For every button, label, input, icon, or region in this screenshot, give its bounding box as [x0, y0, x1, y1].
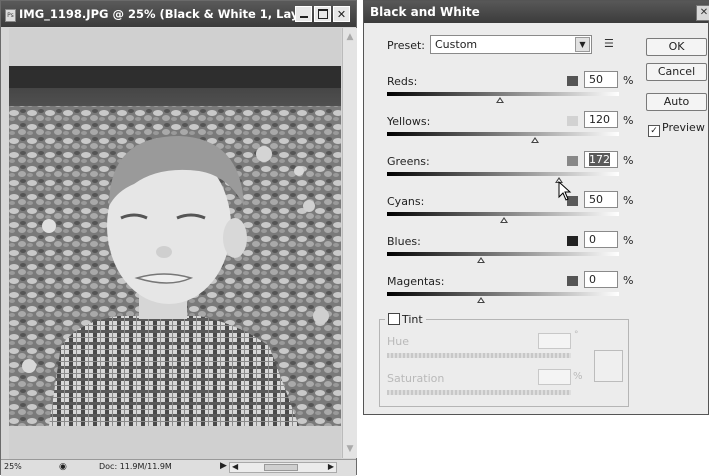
- horizontal-scroll-thumb[interactable]: [264, 464, 298, 471]
- blues-value-input[interactable]: 0: [584, 231, 618, 248]
- reds-slider-thumb[interactable]: [496, 97, 504, 103]
- scroll-right-icon[interactable]: ▶: [328, 462, 334, 471]
- scroll-left-icon[interactable]: ◀: [232, 462, 238, 471]
- cyans-slider-thumb[interactable]: [500, 217, 508, 223]
- reds-swatch: [567, 76, 578, 86]
- magentas-swatch: [567, 276, 578, 286]
- blues-swatch: [567, 236, 578, 246]
- photoshop-app-icon: Ps: [5, 9, 16, 22]
- magentas-label: Magentas:: [387, 275, 445, 288]
- cyans-value-input[interactable]: 50: [584, 191, 618, 208]
- maximize-button[interactable]: [314, 6, 331, 22]
- horizontal-scrollbar[interactable]: ◀ ▶: [229, 462, 337, 473]
- percent-sign: %: [623, 154, 634, 167]
- yellows-slider-thumb[interactable]: [531, 137, 539, 143]
- yellows-label: Yellows:: [387, 115, 431, 128]
- hue-label: Hue: [387, 335, 410, 348]
- auto-button[interactable]: Auto: [646, 93, 707, 111]
- greens-value-input[interactable]: 172: [584, 151, 618, 168]
- hue-value-input: [538, 333, 571, 349]
- status-flyout-arrow-icon[interactable]: ▶: [220, 461, 227, 471]
- canvas-background-bottom: [9, 426, 341, 459]
- cyans-label: Cyans:: [387, 195, 425, 208]
- minimize-icon: [299, 16, 308, 18]
- document-titlebar[interactable]: Ps IMG_1198.JPG @ 25% (Black & White 1, …: [1, 1, 356, 27]
- mouse-pointer-icon: [558, 181, 572, 201]
- scroll-down-icon[interactable]: ▼: [344, 443, 356, 455]
- magentas-slider-track[interactable]: [387, 292, 619, 296]
- checkbox-unchecked-icon[interactable]: [388, 313, 400, 325]
- saturation-unit: %: [573, 371, 583, 382]
- close-button[interactable]: ✕: [333, 6, 350, 22]
- reds-label: Reds:: [387, 75, 418, 88]
- tint-label: Tint: [402, 313, 423, 326]
- reds-slider-track[interactable]: [387, 92, 619, 96]
- photo-boy-in-field: [9, 66, 341, 426]
- preset-options-menu-icon[interactable]: ☰: [604, 37, 614, 50]
- ok-button[interactable]: OK: [646, 38, 707, 56]
- hue-slider-track: [387, 353, 571, 358]
- canvas-background: [9, 28, 341, 66]
- hue-unit: °: [574, 330, 579, 340]
- percent-sign: %: [623, 194, 634, 207]
- cyans-slider-track[interactable]: [387, 212, 619, 216]
- checkbox-checked-icon[interactable]: ✓: [648, 125, 660, 137]
- photo-canvas[interactable]: [9, 66, 341, 426]
- preset-label: Preset:: [387, 39, 426, 52]
- dialog-title: Black and White: [370, 5, 480, 19]
- scroll-up-icon[interactable]: ▲: [344, 31, 356, 43]
- magentas-value-input[interactable]: 0: [584, 271, 618, 288]
- close-icon: ✕: [699, 7, 709, 18]
- preview-label: Preview: [662, 121, 705, 134]
- percent-sign: %: [623, 114, 634, 127]
- preview-checkbox[interactable]: ✓ Preview: [648, 121, 705, 137]
- blues-label: Blues:: [387, 235, 421, 248]
- document-window: Ps IMG_1198.JPG @ 25% (Black & White 1, …: [0, 0, 357, 476]
- greens-label: Greens:: [387, 155, 430, 168]
- preset-select[interactable]: Custom ▼: [430, 35, 592, 54]
- close-icon: ✕: [336, 7, 347, 21]
- saturation-label: Saturation: [387, 372, 445, 385]
- percent-sign: %: [623, 234, 634, 247]
- saturation-slider-track: [387, 390, 571, 395]
- vertical-scrollbar[interactable]: ▲ ▼: [342, 28, 357, 458]
- cancel-button[interactable]: Cancel: [646, 63, 707, 81]
- tint-checkbox[interactable]: Tint: [385, 313, 426, 326]
- percent-sign: %: [623, 274, 634, 287]
- reds-value-input[interactable]: 50: [584, 71, 618, 88]
- status-bar: 25% ◉ Doc: 11.9M/11.9M ▶ ◀ ▶: [1, 459, 356, 476]
- greens-slider-track[interactable]: [387, 172, 619, 176]
- yellows-value-input[interactable]: 120: [584, 111, 618, 128]
- blues-slider-thumb[interactable]: [477, 257, 485, 263]
- yellows-slider-track[interactable]: [387, 132, 619, 136]
- magentas-slider-thumb[interactable]: [477, 297, 485, 303]
- blues-slider-track[interactable]: [387, 252, 619, 256]
- dialog-titlebar[interactable]: Black and White ✕: [364, 1, 709, 23]
- percent-sign: %: [623, 74, 634, 87]
- saturation-value-input: [538, 369, 571, 385]
- greens-value-selected: 172: [589, 153, 610, 166]
- status-menu-icon[interactable]: ◉: [59, 462, 67, 472]
- zoom-level[interactable]: 25%: [4, 462, 22, 471]
- preset-value: Custom: [435, 38, 478, 51]
- chevron-down-icon[interactable]: ▼: [575, 37, 590, 52]
- document-size-info: Doc: 11.9M/11.9M: [99, 462, 172, 471]
- maximize-icon: [317, 9, 328, 19]
- tint-color-swatch: [594, 350, 623, 382]
- greens-swatch: [567, 156, 578, 166]
- dialog-close-button[interactable]: ✕: [696, 5, 709, 21]
- minimize-button[interactable]: [295, 6, 312, 22]
- black-and-white-dialog: Black and White ✕ Preset: Custom ▼ ☰ OK …: [363, 0, 709, 415]
- yellows-swatch: [567, 116, 578, 126]
- document-title: IMG_1198.JPG @ 25% (Black & White 1, Lay…: [19, 7, 329, 21]
